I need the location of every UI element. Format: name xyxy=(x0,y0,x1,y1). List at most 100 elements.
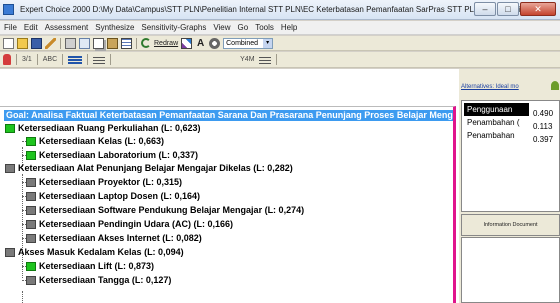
node-label: Ketersediaan Alat Penunjang Belajar Meng… xyxy=(18,163,293,173)
alternatives-panel: Alternatives: Ideal mo Penggunaan 0,490 P… xyxy=(459,69,560,303)
node-status-icon xyxy=(5,163,15,173)
node-label: Ketersediaan Laptop Dosen (L: 0,164) xyxy=(39,191,201,201)
menu-synthesize[interactable]: Synthesize xyxy=(95,23,134,32)
tree-node-laboratorium[interactable]: Ketersediaan Laboratorium (L: 0,337) xyxy=(26,149,198,161)
tree-node-alat-penunjang[interactable]: Ketersediaan Alat Penunjang Belajar Meng… xyxy=(5,162,293,174)
node-status-icon xyxy=(26,261,36,271)
menu-file[interactable]: File xyxy=(4,23,17,32)
toolbar-separator xyxy=(16,54,17,65)
combined-select[interactable]: Combined ▾ xyxy=(223,37,274,49)
toolbar-separator xyxy=(60,37,61,49)
redraw-button[interactable]: Redraw xyxy=(154,40,178,47)
tree-node-ruang-perkuliahan[interactable]: Ketersediaan Ruang Perkuliahan (L: 0,623… xyxy=(5,122,201,134)
sensitivity-icon[interactable] xyxy=(181,37,193,49)
menu-help[interactable]: Help xyxy=(281,23,297,32)
minimize-button[interactable]: – xyxy=(474,2,496,16)
menu-go[interactable]: Go xyxy=(238,23,249,32)
pairwise-numeric-button[interactable]: 3/1 xyxy=(22,56,32,63)
copy-icon[interactable] xyxy=(93,37,104,49)
alternatives-ideal-mode-link[interactable]: Alternatives: Ideal mo xyxy=(461,84,519,90)
tree-node-pendingin-udara[interactable]: Ketersediaan Pendingin Udara (AC) (L: 0,… xyxy=(26,218,233,230)
toolbar-separator xyxy=(36,54,38,65)
toolbar-separator xyxy=(87,54,89,65)
new-file-icon[interactable] xyxy=(3,37,14,49)
node-status-icon xyxy=(26,136,36,146)
node-label: Ketersediaan Proyektor (L: 0,315) xyxy=(39,177,183,187)
tree-node-akses-internet[interactable]: Ketersediaan Akses Internet (L: 0,082) xyxy=(26,232,202,244)
print-icon[interactable] xyxy=(65,37,76,49)
alternative-value: 0,397 xyxy=(533,135,554,142)
ratings-button[interactable]: Y4M xyxy=(240,56,254,63)
node-status-icon xyxy=(26,275,36,285)
settings-gear-icon[interactable] xyxy=(209,37,221,49)
tree-node-lift[interactable]: Ketersediaan Lift (L: 0,873) xyxy=(26,260,154,272)
tree-icon[interactable] xyxy=(551,81,559,90)
alternative-row[interactable]: Penggunaan 0,490 xyxy=(464,103,560,116)
node-status-icon xyxy=(26,150,36,160)
hierarchy-tree[interactable]: Goal: Analisa Faktual Keterbatasan Peman… xyxy=(0,106,456,303)
node-label: Ketersediaan Pendingin Udara (AC) (L: 0,… xyxy=(39,219,234,229)
open-folder-icon[interactable] xyxy=(17,37,28,49)
goal-node[interactable]: Goal: Analisa Faktual Keterbatasan Peman… xyxy=(4,110,453,121)
pairwise-verbal-button[interactable]: ABC xyxy=(43,56,57,63)
app-icon xyxy=(3,4,14,15)
window-controls: – □ ✕ xyxy=(474,2,556,16)
menu-assessment[interactable]: Assessment xyxy=(45,23,89,32)
maximize-button[interactable]: □ xyxy=(497,2,519,16)
information-document-pane[interactable] xyxy=(461,237,560,303)
node-label: Akses Masuk Kedalam Kelas (L: 0,094) xyxy=(18,247,184,257)
chevron-down-icon: ▾ xyxy=(263,38,273,48)
tree-node-software[interactable]: Ketersediaan Software Pendukung Belajar … xyxy=(26,204,304,216)
title-bar: Expert Choice 2000 D:\My Data\Campus\STT… xyxy=(0,0,560,20)
alternative-value: 0,113 xyxy=(533,122,553,129)
node-status-icon xyxy=(26,233,36,243)
menu-bar: File Edit Assessment Synthesize Sensitiv… xyxy=(0,21,560,35)
alternatives-list[interactable]: Penggunaan 0,490 Penambahan ( 0,113 Penamb… xyxy=(461,100,560,212)
node-label: Ketersediaan Lift (L: 0,873) xyxy=(39,261,155,271)
redraw-icon[interactable] xyxy=(141,38,151,48)
bar-graph-icon[interactable] xyxy=(68,55,83,64)
menu-view[interactable]: View xyxy=(213,23,230,32)
window-title: Expert Choice 2000 D:\My Data\Campus\STT… xyxy=(20,5,535,14)
node-status-icon xyxy=(5,247,15,257)
toolbar-separator xyxy=(136,37,137,49)
node-label: Ketersediaan Laboratorium (L: 0,337) xyxy=(39,150,199,160)
tree-node-kelas[interactable]: Ketersediaan Kelas (L: 0,663) xyxy=(26,135,164,147)
information-document-header: Information Document xyxy=(461,214,560,236)
combined-select-value: Combined xyxy=(226,39,259,47)
tree-connector xyxy=(22,291,23,303)
node-label: Ketersediaan Kelas (L: 0,663) xyxy=(39,136,165,146)
toolbar-separator xyxy=(275,54,277,65)
alternative-row[interactable]: Penambahan 0,397 xyxy=(464,129,560,142)
edit-pencil-icon[interactable] xyxy=(45,37,56,49)
alternative-name: Penambahan xyxy=(467,131,515,140)
list-icon[interactable] xyxy=(258,55,271,64)
save-icon[interactable] xyxy=(31,37,42,49)
menu-sensitivity-graphs[interactable]: Sensitivity-Graphs xyxy=(141,23,206,32)
paste-icon[interactable] xyxy=(107,37,118,49)
toolbar-separator xyxy=(110,54,112,65)
node-status-icon xyxy=(26,219,36,229)
align-icon[interactable] xyxy=(93,55,106,64)
alternative-name: Penambahan ( xyxy=(467,118,520,127)
hand-pointer-icon[interactable] xyxy=(3,54,11,65)
main-area: Goal: Analisa Faktual Keterbatasan Peman… xyxy=(0,69,560,303)
secondary-toolbar: 3/1 ABC Y4M xyxy=(0,52,560,68)
toolbar-separator xyxy=(62,54,64,65)
tree-node-tangga[interactable]: Ketersediaan Tangga (L: 0,127) xyxy=(26,274,171,286)
menu-tools[interactable]: Tools xyxy=(255,23,274,32)
print-preview-icon[interactable] xyxy=(79,37,90,49)
tree-node-akses-masuk[interactable]: Akses Masuk Kedalam Kelas (L: 0,094) xyxy=(5,246,184,258)
alternative-name: Penggunaan xyxy=(464,103,529,116)
close-button[interactable]: ✕ xyxy=(520,2,556,16)
tree-node-laptop-dosen[interactable]: Ketersediaan Laptop Dosen (L: 0,164) xyxy=(26,190,200,202)
node-status-icon xyxy=(26,177,36,187)
alternative-value: 0,490 xyxy=(533,109,554,116)
alternative-row[interactable]: Penambahan ( 0,113 xyxy=(464,116,560,129)
node-status-icon xyxy=(26,191,36,201)
tree-node-proyektor[interactable]: Ketersediaan Proyektor (L: 0,315) xyxy=(26,176,182,188)
grid-icon[interactable] xyxy=(121,37,132,49)
menu-edit[interactable]: Edit xyxy=(24,23,38,32)
font-icon[interactable]: A xyxy=(195,38,206,49)
node-label: Ketersediaan Akses Internet (L: 0,082) xyxy=(39,233,202,243)
